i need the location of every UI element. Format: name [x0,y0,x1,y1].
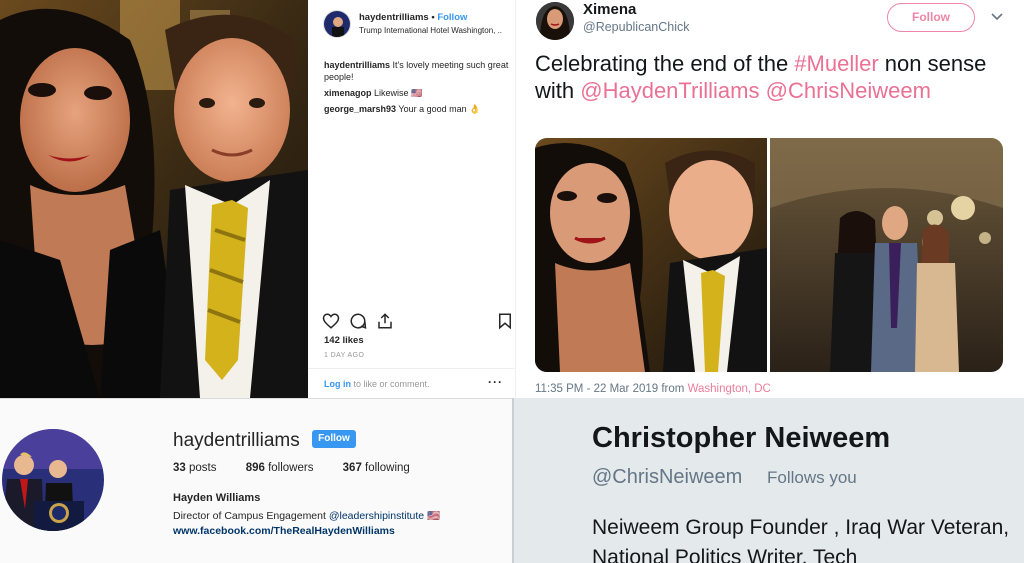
timestamp-text[interactable]: 11:35 PM - 22 Mar 2019 from [535,383,688,395]
follow-link[interactable]: Follow [437,12,467,23]
profile-handle[interactable]: @ChrisNeiweem [592,466,742,489]
tweet-media[interactable] [535,138,1003,372]
bio-flag: 🇺🇸 [424,510,441,522]
post-time: 1 DAY AGO [324,352,365,359]
profile-bio: Director of Campus Engagement @leadershi… [173,509,440,522]
instagram-profile-header: haydentrilliams Follow 33 posts 896 foll… [0,398,512,563]
instagram-post-panel: haydentrilliams • Follow Trump Internati… [308,0,516,398]
profile-username: haydentrilliams [173,430,300,451]
comment-text: Likewise 🇺🇸 [374,88,423,98]
follows-you-badge: Follows you [767,468,857,487]
profile-full-name: Hayden Williams [173,492,261,504]
selfie-photo [0,0,308,398]
twitter-profile-card: Christopher Neiweem @ChrisNeiweem Follow… [512,398,1024,563]
instagram-post-photo[interactable] [0,0,308,398]
post-actions [322,312,512,330]
profile-avatar[interactable] [2,429,104,531]
comment: ximenagop Likewise 🇺🇸 [324,87,509,99]
author-name[interactable]: Ximena [583,1,636,18]
tweet-timestamp: 11:35 PM - 22 Mar 2019 from Washington, … [535,383,771,395]
comment: george_marsh93 Your a good man 👌 [324,103,509,115]
followers-label: followers [264,462,314,474]
login-prompt: Log in to like or comment. [324,379,430,389]
comment-user[interactable]: ximenagop [324,88,372,98]
followers-count: 896 [245,462,265,474]
tweet-photos [535,138,1003,372]
tweet-card: Ximena @RepublicanChick Follow Celebrati… [516,0,1024,398]
profile-stats: 33 posts 896 followers 367 following [173,462,436,474]
selfie-thumbnail [535,138,767,372]
bio-mention-link[interactable]: @leadershipinstitute [329,510,424,522]
chevron-down-icon[interactable] [990,9,1004,23]
post-header: haydentrilliams • Follow Trump Internati… [323,10,513,40]
avatar[interactable] [536,2,574,40]
profile-bio: Neiweem Group Founder , Iraq War Veteran… [592,516,1010,563]
posts-stat: 33 posts [173,462,216,474]
posts-count: 33 [173,462,186,474]
separator: • [431,12,435,23]
profile-name: Christopher Neiweem [592,422,891,454]
following-stat[interactable]: 367 following [343,462,410,474]
avatar[interactable] [323,10,351,38]
bookmark-icon[interactable] [496,312,514,330]
followers-stat[interactable]: 896 followers [246,462,314,474]
heart-icon[interactable] [322,312,340,330]
comment-icon[interactable] [349,312,367,330]
author-handle[interactable]: @RepublicanChick [583,20,690,34]
comment-text: Your a good man 👌 [398,104,481,114]
follow-button[interactable]: Follow [887,3,975,32]
share-icon[interactable] [376,312,394,330]
more-options-icon[interactable]: ··· [488,375,503,389]
login-bar: Log in to like or comment. ··· [308,368,515,398]
location-link[interactable]: Washington, DC [688,383,771,395]
following-label: following [361,462,410,474]
comment-user[interactable]: haydentrilliams [324,60,390,70]
post-location[interactable]: Trump International Hotel Washington, .. [359,26,515,35]
tweet-text: Celebrating the end of the #Mueller non … [535,50,1005,104]
tweet-text-part [759,78,765,103]
profile-website-link[interactable]: www.facebook.com/TheRealHaydenWilliams [173,525,395,537]
post-author: haydentrilliams • Follow [359,12,467,23]
hashtag-link[interactable]: #Mueller [794,51,878,76]
login-link[interactable]: Log in [324,379,351,389]
comment-user[interactable]: george_marsh93 [324,104,396,114]
mention-link[interactable]: @HaydenTrilliams [580,78,759,103]
posts-label: posts [185,462,217,474]
follow-button[interactable]: Follow [312,430,356,448]
following-count: 367 [342,462,362,474]
likes-count[interactable]: 142 likes [324,335,364,346]
comment: haydentrilliams It's lovely meeting such… [324,59,509,83]
login-text: to like or comment. [351,379,430,389]
tweet-text-part: Celebrating the end of the [535,51,795,76]
bio-text: Director of Campus Engagement [173,510,329,522]
mention-link[interactable]: @ChrisNeiweem [766,78,931,103]
post-username[interactable]: haydentrilliams [359,12,429,23]
group-photo-thumbnail [770,138,1003,372]
